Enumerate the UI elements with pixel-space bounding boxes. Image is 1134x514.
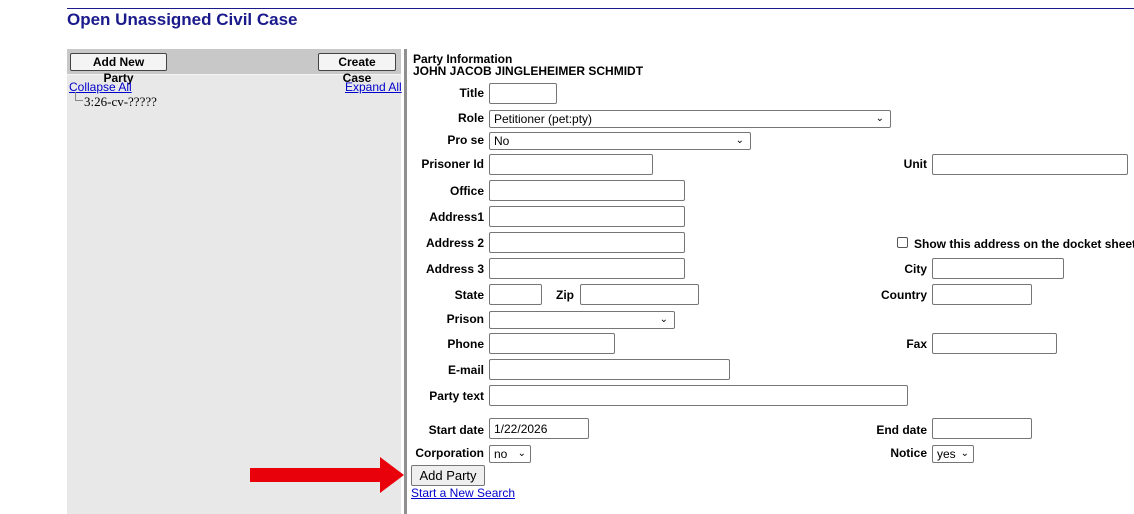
notice-value: yes bbox=[937, 447, 956, 461]
address2-label: Address 2 bbox=[425, 236, 484, 250]
state-label: State bbox=[454, 288, 484, 302]
zip-label: Zip bbox=[556, 288, 574, 302]
prison-select[interactable]: ⌄ bbox=[489, 311, 675, 329]
start-new-search-link[interactable]: Start a New Search bbox=[411, 486, 515, 500]
country-field[interactable] bbox=[932, 284, 1032, 305]
title-rule bbox=[67, 8, 1134, 9]
zip-field[interactable] bbox=[580, 284, 699, 305]
case-tree-item[interactable]: 3:26-cv-????? bbox=[84, 94, 157, 110]
address1-field[interactable] bbox=[489, 206, 685, 227]
address2-field[interactable] bbox=[489, 232, 685, 253]
show-address-label: Show this address on the docket sheet bbox=[914, 237, 1134, 251]
prisoner-id-label: Prisoner Id bbox=[421, 157, 484, 171]
address1-label: Address1 bbox=[429, 210, 484, 224]
unit-field[interactable] bbox=[932, 154, 1128, 175]
panel-divider[interactable] bbox=[404, 49, 407, 514]
office-label: Office bbox=[449, 184, 484, 198]
party-name: JOHN JACOB JINGLEHEIMER SCHMIDT bbox=[413, 64, 644, 78]
corporation-value: no bbox=[494, 447, 508, 461]
party-text-label: Party text bbox=[429, 389, 484, 403]
phone-field[interactable] bbox=[489, 333, 615, 354]
country-label: Country bbox=[881, 288, 927, 302]
add-party-button[interactable]: Add Party bbox=[411, 465, 485, 486]
prisoner-id-field[interactable] bbox=[489, 154, 653, 175]
show-address-checkbox[interactable] bbox=[897, 237, 908, 248]
create-case-button[interactable]: Create Case bbox=[318, 53, 396, 85]
chevron-down-icon: ⌄ bbox=[517, 448, 526, 459]
phone-label: Phone bbox=[447, 337, 484, 351]
chevron-down-icon: ⌄ bbox=[875, 113, 884, 124]
email-field[interactable] bbox=[489, 359, 730, 380]
pro-se-value: No bbox=[494, 134, 510, 148]
city-field[interactable] bbox=[932, 258, 1064, 279]
end-date-field[interactable] bbox=[932, 418, 1032, 439]
role-value: Petitioner (pet:pty) bbox=[494, 112, 593, 126]
office-field[interactable] bbox=[489, 180, 685, 201]
pro-se-label: Pro se bbox=[447, 133, 484, 147]
title-label: Title bbox=[459, 86, 484, 100]
address3-field[interactable] bbox=[489, 258, 685, 279]
corporation-select[interactable]: no ⌄ bbox=[489, 445, 531, 463]
address3-label: Address 3 bbox=[425, 262, 484, 276]
start-date-label: Start date bbox=[428, 423, 484, 437]
city-label: City bbox=[904, 262, 927, 276]
fax-field[interactable] bbox=[932, 333, 1057, 354]
chevron-down-icon: ⌄ bbox=[735, 135, 744, 146]
chevron-down-icon: ⌄ bbox=[659, 314, 668, 325]
end-date-label: End date bbox=[876, 423, 927, 437]
role-label: Role bbox=[457, 111, 484, 125]
chevron-down-icon: ⌄ bbox=[960, 448, 969, 459]
email-label: E-mail bbox=[447, 363, 484, 377]
start-date-field[interactable] bbox=[489, 418, 589, 439]
fax-label: Fax bbox=[906, 337, 927, 351]
red-arrow-icon bbox=[250, 468, 386, 482]
corporation-label: Corporation bbox=[415, 446, 484, 460]
party-text-field[interactable] bbox=[489, 385, 908, 406]
case-tree-panel bbox=[67, 49, 401, 514]
role-select[interactable]: Petitioner (pet:pty) ⌄ bbox=[489, 110, 891, 128]
page-title: Open Unassigned Civil Case bbox=[67, 10, 298, 29]
notice-label: Notice bbox=[890, 446, 927, 460]
title-field[interactable] bbox=[489, 83, 557, 104]
tree-connector-icon bbox=[75, 92, 83, 101]
notice-select[interactable]: yes ⌄ bbox=[932, 445, 974, 463]
expand-all-link[interactable]: Expand All bbox=[345, 80, 402, 94]
prison-label: Prison bbox=[446, 312, 484, 326]
state-field[interactable] bbox=[489, 284, 542, 305]
red-arrow-head-icon bbox=[380, 457, 404, 493]
add-new-party-button[interactable]: Add New Party bbox=[70, 53, 167, 85]
unit-label: Unit bbox=[903, 157, 927, 171]
pro-se-select[interactable]: No ⌄ bbox=[489, 132, 751, 150]
